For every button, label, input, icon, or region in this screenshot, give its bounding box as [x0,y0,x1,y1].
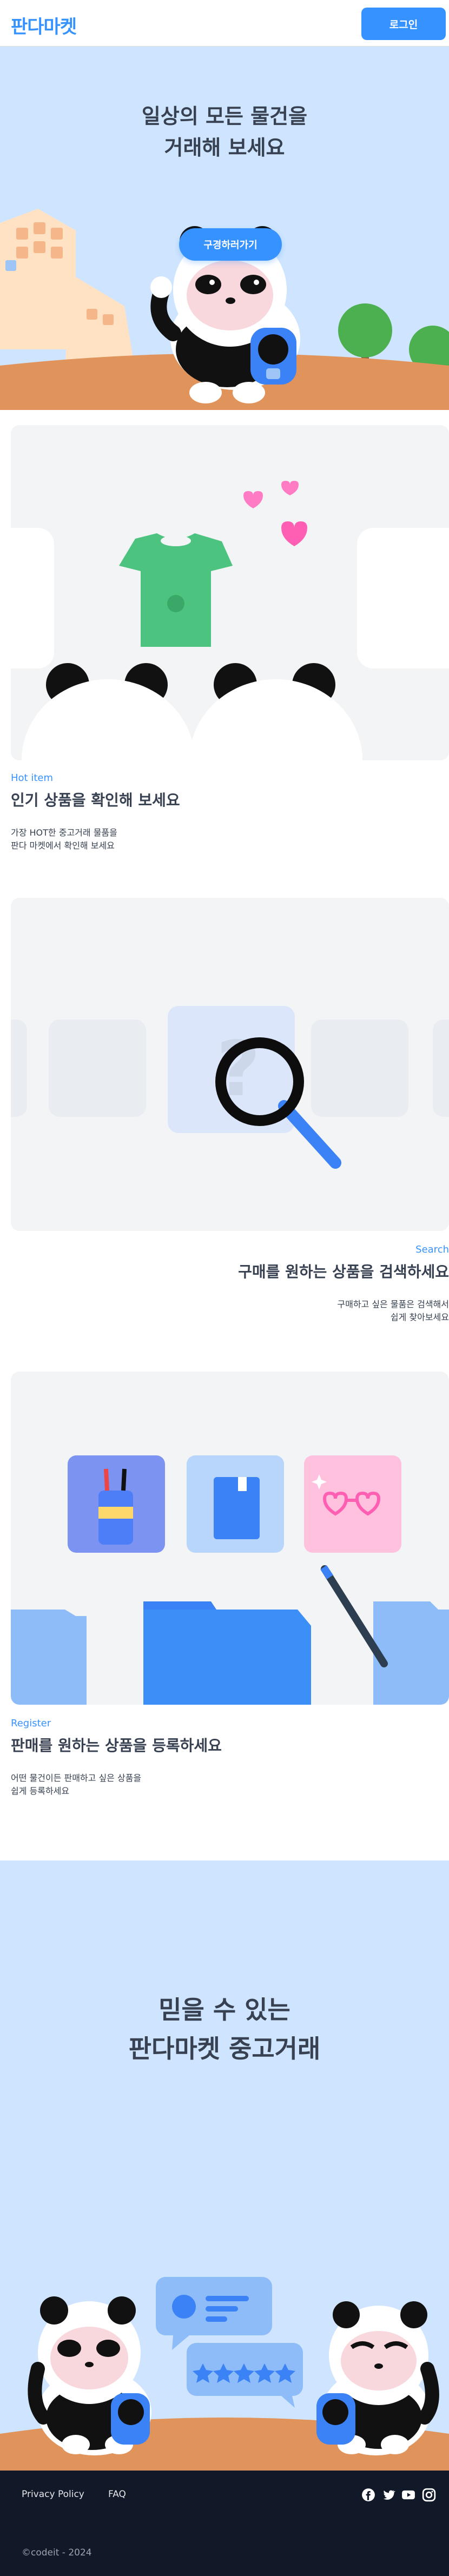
twitter-icon[interactable] [381,2488,395,2502]
feature-search: ? Search 구매를 원하는 상품을 검색하세요 구매하고 싶은 물품은 검… [0,898,449,1341]
search-description: 구매하고 싶은 물품은 검색해서 쉽게 찾아보세요 [337,1298,449,1324]
site-logo[interactable]: 판다마켓 [11,12,77,38]
site-footer: Privacy Policy FAQ ©codeit - 2024 [0,2471,449,2576]
facebook-icon[interactable] [361,2488,375,2502]
instagram-icon[interactable] [422,2488,436,2502]
hot-item-desc-line1: 가장 HOT한 중고거래 물품을 [11,827,117,838]
hot-item-desc-line2: 판다 마켓에서 확인해 보세요 [11,840,115,851]
hot-item-description: 가장 HOT한 중고거래 물품을 판다 마켓에서 확인해 보세요 [11,826,117,852]
copyright-text: ©codeit - 2024 [22,2547,92,2558]
hot-item-label: Hot item [11,772,53,784]
panda-right-illustration [316,2301,439,2455]
hero-title-line1: 일상의 모든 물건을 [141,104,308,128]
folder-icon [11,1601,449,1705]
register-label: Register [11,1718,51,1729]
chat-bubble-icon [156,2277,272,2350]
banner-title-line2: 판다마켓 중고거래 [128,2034,321,2063]
feature-register: Register 판매를 원하는 상품을 등록하세요 어떤 물건이든 판매하고 … [0,1372,449,1815]
banner-illustration [0,2277,449,2471]
panda-left-illustration [28,2296,151,2455]
book-icon [214,1477,260,1539]
register-desc-line2: 쉽게 등록하세요 [11,1786,70,1796]
building-illustration [0,209,135,371]
hot-item-image [11,425,449,760]
register-image [11,1372,449,1705]
register-title: 판매를 원하는 상품을 등록하세요 [11,1737,222,1754]
site-header: 판다마켓 로그인 [0,0,449,47]
privacy-policy-link[interactable]: Privacy Policy [22,2489,84,2500]
hero-section: 일상의 모든 물건을 거래해 보세요 구경하러가기 [0,47,449,410]
search-desc-line2: 쉽게 찾아보세요 [390,1312,449,1322]
hot-item-title: 인기 상품을 확인해 보세요 [11,791,180,809]
rating-bubble-icon [187,2343,303,2408]
banner-title-line1: 믿을 수 있는 [159,1995,290,2024]
faq-link[interactable]: FAQ [108,2489,126,2500]
feature-hot-item: Hot item 인기 상품을 확인해 보세요 가장 HOT한 중고거래 물품을… [0,425,449,885]
search-label: Search [415,1244,449,1255]
register-desc-line1: 어떤 물건이든 판매하고 싶은 상품을 [11,1773,142,1783]
search-image: ? [11,898,449,1231]
register-description: 어떤 물건이든 판매하고 싶은 상품을 쉽게 등록하세요 [11,1772,141,1798]
bottom-banner: 믿을 수 있는 판다마켓 중고거래 [0,1860,449,2471]
hero-title: 일상의 모든 물건을 거래해 보세요 [0,101,449,163]
hero-title-line2: 거래해 보세요 [164,136,285,160]
browse-button[interactable]: 구경하러가기 [179,228,282,261]
youtube-icon[interactable] [401,2488,415,2502]
search-desc-line1: 구매하고 싶은 물품은 검색해서 [337,1299,449,1309]
banner-title: 믿을 수 있는 판다마켓 중고거래 [0,1990,449,2068]
search-title: 구매를 원하는 상품을 검색하세요 [238,1263,449,1281]
login-button[interactable]: 로그인 [361,8,446,40]
